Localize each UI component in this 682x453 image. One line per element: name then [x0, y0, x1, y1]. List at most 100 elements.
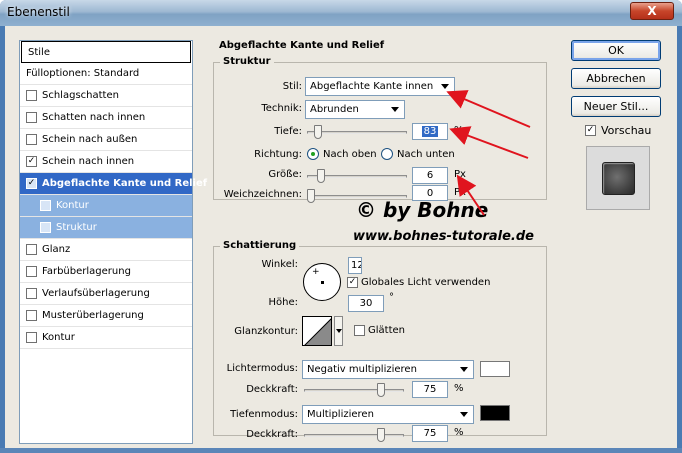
style-item-label: Verlaufsüberlagerung: [42, 288, 150, 299]
style-item-checkbox[interactable]: [26, 310, 37, 321]
highlight-opacity-input[interactable]: 75: [412, 381, 448, 398]
style-item[interactable]: Struktur: [20, 217, 192, 239]
highlight-color-swatch[interactable]: [480, 361, 510, 377]
shading-group: Schattierung Winkel: + 12 ✓Globales Lich…: [213, 240, 547, 442]
preview-checkbox[interactable]: ✓ Vorschau: [585, 124, 651, 137]
new-style-button[interactable]: Neuer Stil...: [571, 96, 661, 117]
style-item[interactable]: Musterüberlagerung: [20, 305, 192, 327]
style-item-label: Kontur: [42, 332, 75, 343]
highlight-mode-label: Lichtermodus:: [226, 363, 298, 374]
style-item-checkbox[interactable]: [26, 112, 37, 123]
highlight-opacity-unit: %: [454, 383, 464, 394]
structure-group: Struktur Stil: Abgeflachte Kante innen T…: [213, 56, 547, 203]
style-item[interactable]: ✓ Abgeflachte Kante und Relief: [20, 173, 207, 195]
angle-label: Winkel:: [261, 259, 298, 270]
shadow-mode-select[interactable]: Multiplizieren: [302, 405, 474, 424]
soften-label: Weichzeichnen:: [223, 189, 302, 200]
depth-input[interactable]: 83: [412, 123, 448, 140]
crosshair-icon: +: [312, 267, 320, 277]
direction-label: Richtung:: [254, 149, 302, 160]
style-item[interactable]: Farbüberlagerung: [20, 261, 192, 283]
style-item-label: Farbüberlagerung: [42, 266, 131, 277]
style-item-label: Schatten nach innen: [42, 112, 146, 123]
depth-slider[interactable]: [307, 125, 407, 139]
antialias-checkbox[interactable]: Glätten: [354, 325, 405, 336]
style-item-checkbox[interactable]: [26, 244, 37, 255]
chevron-down-icon: [460, 412, 468, 417]
style-item-label: Schlagschatten: [42, 90, 119, 101]
direction-down-radio[interactable]: Nach unten: [381, 148, 455, 160]
highlight-mode-select[interactable]: Negativ multiplizieren: [302, 360, 474, 379]
shadow-color-swatch[interactable]: [480, 405, 510, 421]
style-item-label: Glanz: [42, 244, 71, 255]
size-slider-thumb[interactable]: [317, 169, 325, 183]
highlight-opacity-slider[interactable]: [304, 383, 404, 397]
style-item-label: Schein nach innen: [42, 156, 135, 167]
angle-input[interactable]: 12: [348, 257, 362, 274]
style-item-label: Abgeflachte Kante und Relief: [42, 178, 208, 189]
dialog-window: Ebenenstil X Stile Fülloptionen: Standar…: [0, 0, 682, 453]
shadow-opacity-thumb[interactable]: [377, 428, 385, 442]
shadow-opacity-label: Deckkraft:: [246, 429, 298, 440]
style-item[interactable]: ✓ Schein nach innen: [20, 151, 192, 173]
style-item[interactable]: Kontur: [20, 327, 192, 349]
gloss-contour-swatch[interactable]: [302, 316, 332, 346]
style-item-checkbox[interactable]: ✓: [26, 178, 37, 189]
chevron-down-icon: [460, 367, 468, 372]
watermark-url: www.bohnes-tutorale.de: [353, 229, 534, 244]
close-button[interactable]: X: [630, 2, 674, 20]
contour-curve-icon: [304, 318, 331, 345]
style-item-checkbox[interactable]: [26, 90, 37, 101]
style-item-checkbox[interactable]: [26, 266, 37, 277]
soften-unit: Px: [454, 187, 466, 198]
style-item-checkbox[interactable]: [40, 200, 51, 211]
size-unit: Px: [454, 169, 466, 180]
size-slider[interactable]: [307, 169, 407, 183]
style-item-label: Fülloptionen: Standard: [26, 68, 140, 79]
depth-label: Tiefe:: [274, 126, 302, 137]
depth-slider-thumb[interactable]: [314, 125, 323, 139]
styles-list-header[interactable]: Stile: [21, 41, 191, 63]
style-item[interactable]: Glanz: [20, 239, 192, 261]
ok-button[interactable]: OK: [571, 40, 661, 61]
structure-legend: Struktur: [220, 56, 274, 67]
title-bar[interactable]: Ebenenstil X: [0, 0, 682, 26]
style-label: Stil:: [282, 81, 302, 92]
style-item-checkbox[interactable]: [40, 222, 51, 233]
global-light-checkbox[interactable]: ✓ Globales Licht verwenden: [347, 277, 490, 288]
highlight-opacity-thumb[interactable]: [377, 383, 385, 397]
style-item[interactable]: Verlaufsüberlagerung: [20, 283, 192, 305]
technique-label: Technik:: [261, 103, 302, 114]
chevron-down-icon: [441, 84, 449, 89]
depth-unit: %: [454, 125, 464, 136]
style-item[interactable]: Schatten nach innen: [20, 107, 192, 129]
style-item-checkbox[interactable]: [26, 288, 37, 299]
gloss-contour-label: Glanzkontur:: [234, 326, 298, 337]
style-select[interactable]: Abgeflachte Kante innen: [305, 77, 455, 96]
technique-select[interactable]: Abrunden: [305, 100, 405, 119]
altitude-input[interactable]: 30: [348, 295, 384, 312]
altitude-unit: °: [389, 292, 394, 303]
soften-slider-thumb[interactable]: [307, 189, 315, 203]
style-item[interactable]: Fülloptionen: Standard: [20, 63, 192, 85]
direction-up-radio[interactable]: Nach oben: [307, 148, 377, 160]
style-item-checkbox[interactable]: ✓: [26, 156, 37, 167]
style-item-label: Musterüberlagerung: [42, 310, 144, 321]
shadow-opacity-input[interactable]: 75: [412, 425, 448, 442]
shadow-mode-label: Tiefenmodus:: [230, 409, 298, 420]
chevron-down-icon: [391, 107, 399, 112]
style-item[interactable]: Schein nach außen: [20, 129, 192, 151]
watermark-author: © by Bohne: [356, 198, 489, 222]
size-input[interactable]: 6: [412, 167, 448, 184]
style-item-checkbox[interactable]: [26, 134, 37, 145]
highlight-opacity-label: Deckkraft:: [246, 384, 298, 395]
angle-dial[interactable]: +: [303, 263, 341, 301]
style-item-checkbox[interactable]: [26, 332, 37, 343]
shadow-opacity-slider[interactable]: [304, 428, 404, 442]
style-item[interactable]: Schlagschatten: [20, 85, 192, 107]
cancel-button[interactable]: Abbrechen: [571, 68, 661, 89]
preview-thumbnail: [586, 146, 650, 210]
gloss-contour-dropdown[interactable]: [334, 316, 343, 346]
style-item[interactable]: Kontur: [20, 195, 192, 217]
styles-list: Stile Fülloptionen: Standard Schlagschatt…: [19, 40, 207, 444]
